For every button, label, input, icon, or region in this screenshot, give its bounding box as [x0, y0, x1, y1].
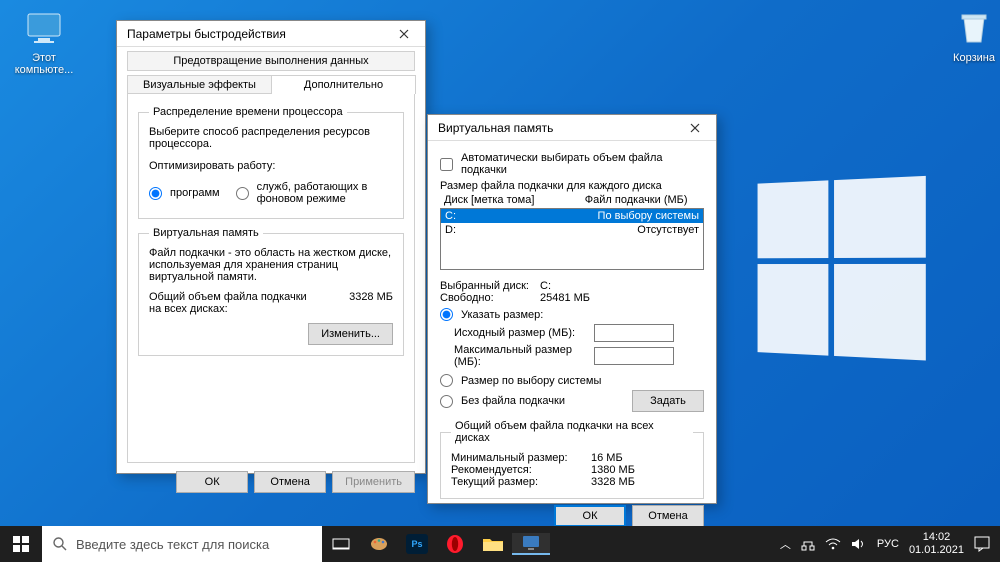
drive-row[interactable]: D: Отсутствует [441, 223, 703, 237]
notifications-icon[interactable] [974, 536, 990, 552]
dialog-title: Виртуальная память [438, 121, 553, 135]
task-view-icon [332, 537, 350, 551]
dialog-title: Параметры быстродействия [127, 27, 286, 41]
time: 14:02 [909, 531, 964, 544]
close-button[interactable] [680, 118, 710, 138]
radio-programs-input[interactable] [149, 187, 162, 200]
selected-drive-label: Выбранный диск: [440, 280, 540, 292]
performance-options-dialog: Параметры быстродействия Предотвращение … [116, 20, 426, 474]
close-icon [690, 123, 700, 133]
taskbar: Введите здесь текст для поиска Ps ︿ РУС … [0, 526, 1000, 562]
cancel-button[interactable]: Отмена [254, 471, 326, 493]
wifi-icon[interactable] [825, 538, 841, 550]
tab-advanced[interactable]: Дополнительно [271, 75, 416, 94]
change-button[interactable]: Изменить... [308, 323, 393, 345]
col-pagefile: Файл подкачки (МБ) [585, 194, 700, 206]
max-size-label: Максимальный размер (МБ): [454, 344, 594, 368]
set-button[interactable]: Задать [632, 390, 704, 412]
group-legend: Общий объем файла подкачки на всех диска… [451, 420, 693, 444]
tray-chevron-icon[interactable]: ︿ [780, 536, 791, 552]
desktop-icon-label: Этот компьюте... [15, 52, 74, 76]
taskbar-app-explorer[interactable] [474, 536, 512, 552]
apply-button[interactable]: Применить [332, 471, 415, 493]
system-icon [521, 533, 541, 553]
taskbar-app-settings[interactable] [512, 533, 550, 555]
optimize-label: Оптимизировать работу: [149, 160, 393, 172]
radio-services[interactable]: служб, работающих в фоновом режиме [236, 181, 393, 205]
vm-total-label: Общий объем файла подкачки на всех диска… [149, 291, 309, 315]
desktop-icon-recycle-bin[interactable]: Корзина [936, 8, 1000, 64]
date: 01.01.2021 [909, 544, 964, 557]
monitor-icon [24, 8, 64, 48]
vm-total-value: 3328 МБ [349, 291, 393, 303]
radio-no-pagefile[interactable]: Без файла подкачки [440, 395, 632, 408]
ok-button[interactable]: ОК [176, 471, 248, 493]
taskbar-app-paint[interactable] [360, 536, 398, 552]
ok-button[interactable]: ОК [554, 505, 626, 527]
max-size-input[interactable] [594, 347, 674, 365]
close-icon [399, 29, 409, 39]
auto-manage-input[interactable] [440, 158, 453, 171]
system-tray: ︿ РУС 14:02 01.01.2021 [770, 526, 1000, 562]
drive-row[interactable]: C: По выбору системы [441, 209, 703, 223]
processor-scheduling-group: Распределение времени процессора Выберит… [138, 106, 404, 219]
radio-system-managed[interactable]: Размер по выбору системы [440, 374, 704, 387]
titlebar[interactable]: Параметры быстродействия [117, 21, 425, 47]
taskbar-app-opera[interactable] [436, 534, 474, 554]
ps-icon: Ps [406, 534, 428, 554]
col-drive: Диск [метка тома] [444, 194, 585, 206]
opera-icon [445, 534, 465, 554]
each-drive-label: Размер файла подкачки для каждого диска [440, 180, 704, 192]
language-indicator[interactable]: РУС [877, 538, 899, 550]
auto-manage-checkbox[interactable]: Автоматически выбирать объем файла подка… [440, 152, 704, 176]
volume-icon[interactable] [851, 538, 867, 550]
start-button[interactable] [0, 526, 42, 562]
search-placeholder: Введите здесь текст для поиска [76, 537, 269, 552]
vm-desc: Файл подкачки - это область на жестком д… [149, 247, 393, 283]
recycle-bin-icon [954, 8, 994, 48]
sched-desc: Выберите способ распределения ресурсов п… [149, 126, 393, 150]
virtual-memory-dialog: Виртуальная память Автоматически выбират… [427, 114, 717, 504]
palette-icon [369, 536, 389, 552]
radio-custom-size[interactable]: Указать размер: [440, 308, 704, 321]
initial-size-input[interactable] [594, 324, 674, 342]
radio-services-input[interactable] [236, 187, 249, 200]
network-icon[interactable] [801, 537, 815, 551]
windows-icon [13, 536, 29, 552]
initial-size-label: Исходный размер (МБ): [454, 327, 594, 339]
group-legend: Виртуальная память [149, 227, 263, 239]
close-button[interactable] [389, 24, 419, 44]
tab-dep[interactable]: Предотвращение выполнения данных [127, 51, 415, 71]
clock[interactable]: 14:02 01.01.2021 [909, 531, 964, 557]
cancel-button[interactable]: Отмена [632, 505, 704, 527]
desktop-icon-this-pc[interactable]: Этот компьюте... [6, 8, 82, 76]
totals-group: Общий объем файла подкачки на всех диска… [440, 420, 704, 499]
free-space-value: 25481 МБ [540, 292, 590, 304]
free-space-label: Свободно: [440, 292, 540, 304]
tab-visual-effects[interactable]: Визуальные эффекты [127, 75, 272, 94]
windows-logo [758, 176, 920, 354]
selected-drive-value: C: [540, 280, 551, 292]
virtual-memory-group: Виртуальная память Файл подкачки - это о… [138, 227, 404, 356]
radio-programs[interactable]: программ [149, 187, 220, 200]
search-icon [52, 536, 68, 552]
titlebar[interactable]: Виртуальная память [428, 115, 716, 141]
task-view-button[interactable] [322, 537, 360, 551]
desktop-icon-label: Корзина [953, 52, 995, 64]
search-box[interactable]: Введите здесь текст для поиска [42, 526, 322, 562]
group-legend: Распределение времени процессора [149, 106, 347, 118]
folder-icon [482, 536, 504, 552]
drive-listbox[interactable]: C: По выбору системы D: Отсутствует [440, 208, 704, 270]
taskbar-app-photoshop[interactable]: Ps [398, 534, 436, 554]
